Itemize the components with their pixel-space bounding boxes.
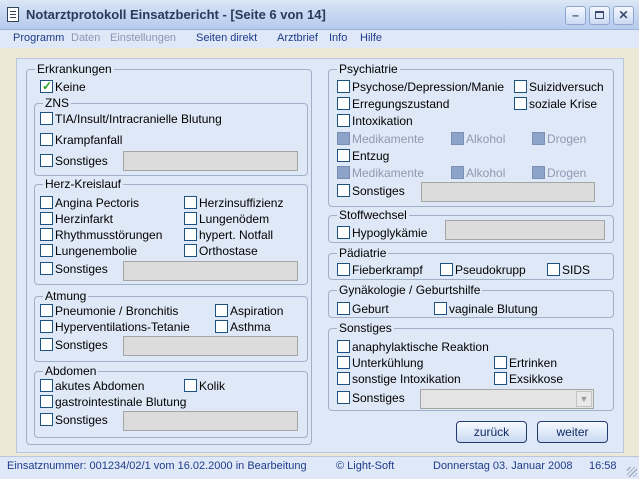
checkbox-unterkuehlung[interactable]: Unterkühlung <box>337 356 423 370</box>
checkbox-hyperventilation[interactable]: Hyperventilations-Tetanie <box>40 320 190 334</box>
group-paediatrie-label: Pädiatrie <box>337 246 389 260</box>
checkbox-entzug-medikamente[interactable]: Medikamente <box>337 166 424 180</box>
checkbox-intox-medikamente[interactable]: Medikamente <box>337 132 424 146</box>
checkbox-aspiration[interactable]: Aspiration <box>215 304 283 318</box>
group-herz-label: Herz-Kreislauf <box>43 177 124 191</box>
checkbox-soziale-krise[interactable]: soziale Krise <box>514 97 597 111</box>
checkbox-kolik[interactable]: Kolik <box>184 379 225 393</box>
checkbox-geburt[interactable]: Geburt <box>337 302 389 316</box>
group-zns-label: ZNS <box>43 96 71 110</box>
next-button[interactable]: weiter <box>537 421 608 443</box>
checkbox-orthostase[interactable]: Orthostase <box>184 244 258 258</box>
group-sonstiges-label: Sonstiges <box>337 321 394 335</box>
chevron-down-icon[interactable]: ▼ <box>576 391 592 407</box>
checkbox-pneumonie[interactable]: Pneumonie / Bronchitis <box>40 304 178 318</box>
zns-sonstiges-input[interactable] <box>123 151 298 171</box>
app-document-icon <box>7 7 19 22</box>
checkbox-sids[interactable]: SIDS <box>547 263 590 277</box>
menu-einstellungen[interactable]: Einstellungen <box>110 32 176 44</box>
checkbox-entzug-alkohol[interactable]: Alkohol <box>451 166 505 180</box>
atmung-sonstiges-input[interactable] <box>123 336 298 356</box>
checkbox-asthma[interactable]: Asthma <box>215 320 271 334</box>
checkbox-hypert-notfall[interactable]: hypert. Notfall <box>184 228 273 242</box>
group-gyn-label: Gynäkologie / Geburtshilfe <box>337 283 483 297</box>
checkbox-herzinsuffizienz[interactable]: Herzinsuffizienz <box>184 196 283 210</box>
checkbox-abdomen-sonstiges[interactable]: Sonstiges <box>40 413 108 427</box>
checkbox-intox-drogen[interactable]: Drogen <box>532 132 586 146</box>
menu-programm[interactable]: Programm <box>13 32 64 44</box>
menu-bar: Programm Daten Einstellungen Seiten dire… <box>0 30 639 48</box>
status-copyright: © Light-Soft <box>336 460 395 472</box>
checkbox-psych-sonstiges[interactable]: Sonstiges <box>337 184 405 198</box>
stoffwechsel-input[interactable] <box>445 220 605 240</box>
status-bar: Einsatznummer: 001234/02/1 vom 16.02.200… <box>0 456 639 479</box>
checkbox-ertrinken[interactable]: Ertrinken <box>494 356 557 370</box>
checkbox-gi-blutung[interactable]: gastrointestinale Blutung <box>40 395 186 409</box>
group-atmung-label: Atmung <box>43 289 89 303</box>
checkbox-herz-sonstiges[interactable]: Sonstiges <box>40 262 108 276</box>
maximize-button[interactable] <box>589 6 610 25</box>
group-stoffwechsel-label: Stoffwechsel <box>337 208 409 222</box>
checkbox-lungenembolie[interactable]: Lungenembolie <box>40 244 137 258</box>
menu-arztbrief[interactable]: Arztbrief <box>277 32 318 44</box>
checkbox-vaginale-blutung[interactable]: vaginale Blutung <box>434 302 538 316</box>
checkbox-angina-pectoris[interactable]: Angina Pectoris <box>40 196 139 210</box>
checkbox-psychose[interactable]: Psychose/Depression/Manie <box>337 80 504 94</box>
herz-sonstiges-input[interactable] <box>123 261 298 281</box>
psych-sonstiges-input[interactable] <box>421 182 595 202</box>
checkbox-herzinfarkt[interactable]: Herzinfarkt <box>40 212 113 226</box>
group-psychiatrie-label: Psychiatrie <box>337 62 400 76</box>
close-button[interactable]: ✕ <box>613 6 634 25</box>
minimize-button[interactable]: – <box>565 6 586 25</box>
checkbox-entzug[interactable]: Entzug <box>337 149 389 163</box>
checkbox-suizidversuch[interactable]: Suizidversuch <box>514 80 604 94</box>
checkbox-rhythmusstoerungen[interactable]: Rhythmusstörungen <box>40 228 162 242</box>
checkbox-sonstige-intoxikation[interactable]: sonstige Intoxikation <box>337 372 461 386</box>
checkbox-atmung-sonstiges[interactable]: Sonstiges <box>40 338 108 352</box>
checkbox-exsikkose[interactable]: Exsikkose <box>494 372 563 386</box>
checkbox-akutes-abdomen[interactable]: akutes Abdomen <box>40 379 144 393</box>
group-erkrankungen-label: Erkrankungen <box>35 62 114 76</box>
menu-info[interactable]: Info <box>329 32 347 44</box>
checkbox-tia[interactable]: TIA/Insult/Intracranielle Blutung <box>40 112 222 126</box>
status-date: Donnerstag 03. Januar 2008 <box>433 460 573 472</box>
checkbox-sonstiges-sonstiges[interactable]: Sonstiges <box>337 391 405 405</box>
checkbox-intoxikation[interactable]: Intoxikation <box>337 114 413 128</box>
resize-grip[interactable] <box>627 467 637 477</box>
checkbox-entzug-drogen[interactable]: Drogen <box>532 166 586 180</box>
window-title: Notarztprotokoll Einsatzbericht - [Seite… <box>26 7 326 22</box>
abdomen-sonstiges-input[interactable] <box>123 411 298 431</box>
menu-seiten-direkt[interactable]: Seiten direkt <box>196 32 257 44</box>
menu-daten[interactable]: Daten <box>71 32 100 44</box>
checkbox-krampfanfall[interactable]: Krampfanfall <box>40 133 122 147</box>
checkbox-intox-alkohol[interactable]: Alkohol <box>451 132 505 146</box>
checkbox-zns-sonstiges[interactable]: Sonstiges <box>40 154 108 168</box>
checkbox-erregungszustand[interactable]: Erregungszustand <box>337 97 449 111</box>
group-abdomen-label: Abdomen <box>43 364 99 378</box>
sonstiges-combo[interactable]: ▼ <box>420 389 594 409</box>
checkbox-anaphylaktische-reaktion[interactable]: anaphylaktische Reaktion <box>337 340 489 354</box>
title-bar: Notarztprotokoll Einsatzbericht - [Seite… <box>0 0 639 30</box>
maximize-icon <box>595 11 604 19</box>
checkbox-fieberkrampf[interactable]: Fieberkrampf <box>337 263 423 277</box>
status-time: 16:58 <box>589 460 617 472</box>
checkbox-lungenoedem[interactable]: Lungenödem <box>184 212 269 226</box>
checkbox-keine[interactable]: Keine <box>40 79 86 94</box>
back-button[interactable]: zurück <box>456 421 527 443</box>
status-einsatznummer: Einsatznummer: 001234/02/1 vom 16.02.200… <box>7 460 307 472</box>
checkbox-pseudokrupp[interactable]: Pseudokrupp <box>440 263 526 277</box>
checkbox-hypoglykaemie[interactable]: Hypoglykämie <box>337 226 427 240</box>
menu-hilfe[interactable]: Hilfe <box>360 32 382 44</box>
